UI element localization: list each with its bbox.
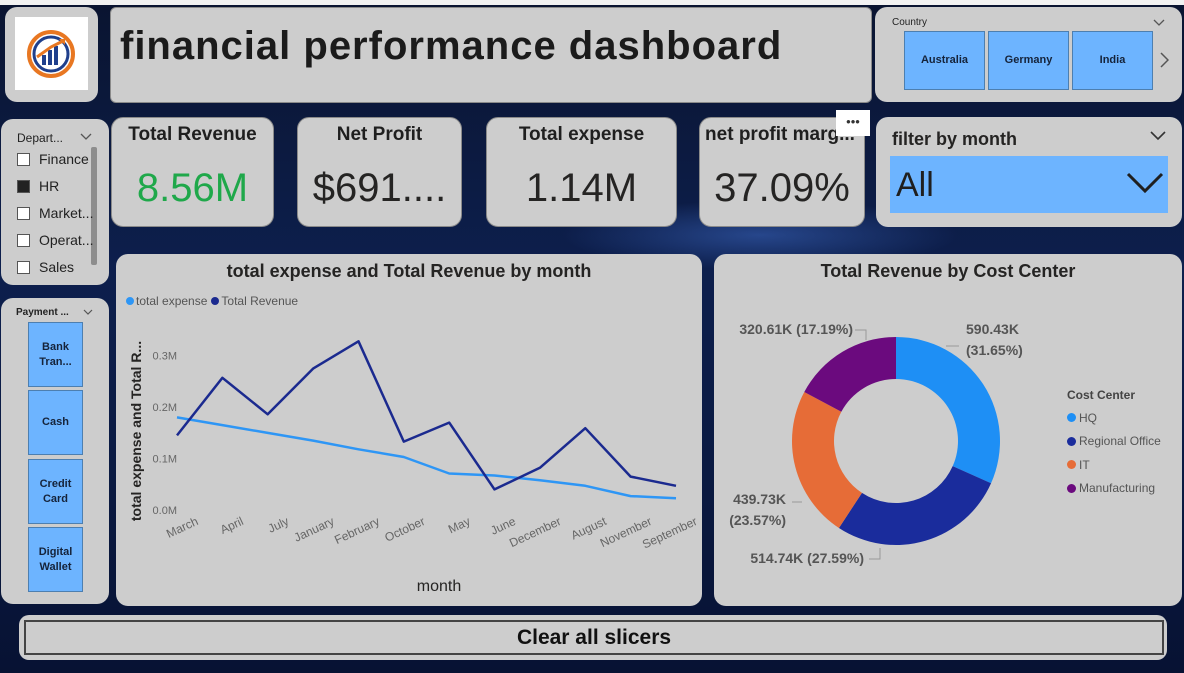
department-item-sales[interactable]: Sales — [17, 259, 74, 275]
legend-label: HQ — [1079, 410, 1097, 425]
donut-chart-card[interactable]: Total Revenue by Cost Center 590.43K (31.… — [714, 254, 1182, 606]
x-tick-label: February — [332, 514, 381, 547]
donut-data-label: 320.61K (17.19%) — [739, 321, 853, 337]
payment-option-cash[interactable]: Cash — [28, 390, 83, 455]
kpi-total-revenue: Total Revenue 8.56M — [111, 117, 274, 227]
kpi-label: Total Revenue — [128, 124, 257, 145]
y-tick-label: 0.0M — [153, 505, 177, 517]
department-item-marketing[interactable]: Market... — [17, 205, 93, 221]
clear-all-slicers-button[interactable]: Clear all slicers — [24, 620, 1164, 655]
x-tick-label: April — [218, 514, 246, 537]
x-tick-label: March — [164, 514, 200, 541]
donut-data-label: 514.74K (27.59%) — [750, 550, 864, 566]
payment-slicer-title: Payment ... — [16, 307, 69, 318]
chevron-right-icon[interactable] — [1160, 52, 1169, 68]
month-filter-title: filter by month — [892, 129, 1017, 149]
line-chart-plot: total expense and Total R... month 0.0M 0… — [128, 340, 699, 595]
chevron-down-icon[interactable] — [1150, 131, 1166, 141]
donut-legend-item: HQ — [1067, 406, 1161, 430]
legend-dot-icon — [1067, 483, 1076, 493]
chevron-down-icon[interactable] — [1153, 19, 1165, 27]
series-line-total-expense — [176, 416, 677, 500]
legend-dot-icon — [1067, 413, 1076, 423]
logo-chart-icon — [27, 30, 75, 78]
kpi-total-expense: Total expense 1.14M — [486, 117, 677, 227]
department-slicer[interactable]: Depart... Finance HR Market... Operat...… — [1, 119, 109, 285]
logo-card — [5, 7, 98, 102]
more-options-button[interactable]: ••• — [836, 110, 870, 136]
donut-slice-hq — [896, 337, 1000, 484]
x-axis-label: month — [417, 578, 461, 595]
payment-option-credit-card[interactable]: Credit Card — [28, 459, 83, 524]
department-item-hr[interactable]: HR — [17, 178, 59, 194]
kpi-net-profit: Net Profit $691.... — [297, 117, 462, 227]
chevron-down-icon[interactable] — [83, 309, 93, 316]
department-item-operations[interactable]: Operat... — [17, 232, 93, 248]
department-item-label: Sales — [39, 259, 75, 275]
month-dropdown[interactable]: All — [890, 156, 1168, 213]
payment-option-digital-wallet[interactable]: Digital Wallet — [28, 527, 83, 592]
y-tick-label: 0.3M — [153, 351, 177, 363]
country-slicer[interactable]: Country Australia Germany India — [875, 7, 1182, 102]
department-item-label: Market... — [39, 205, 94, 221]
y-tick-label: 0.1M — [153, 454, 177, 466]
x-tick-label: January — [292, 514, 337, 545]
donut-data-label: 439.73K (23.57%) — [729, 491, 786, 528]
checkbox-icon[interactable] — [17, 206, 30, 220]
department-slicer-title: Depart... — [17, 131, 64, 145]
series-line-total-revenue — [176, 340, 677, 491]
checkbox-checked-icon[interactable] — [17, 179, 30, 193]
page-title: financial performance dashboard — [120, 24, 783, 68]
line-chart-card[interactable]: total expense and Total Revenue by month… — [116, 254, 702, 606]
checkbox-icon[interactable] — [17, 152, 30, 166]
legend-dot-icon — [1067, 436, 1076, 446]
donut-legend-item: IT — [1067, 453, 1161, 477]
month-dropdown-value: All — [896, 166, 934, 204]
legend-dot-icon — [1067, 460, 1076, 470]
kpi-value: 1.14M — [525, 166, 638, 210]
payment-option-bank-transfer[interactable]: Bank Tran... — [28, 322, 83, 387]
x-tick-label: May — [446, 514, 472, 536]
checkbox-icon[interactable] — [17, 260, 30, 274]
donut-legend: HQ Regional Office IT Manufacturing — [1067, 406, 1161, 500]
department-item-label: HR — [39, 178, 60, 194]
chevron-down-icon — [1126, 172, 1164, 194]
donut-legend-item: Regional Office — [1067, 430, 1161, 454]
kpi-value: $691.... — [312, 166, 447, 210]
donut-slice-regional-office — [838, 466, 992, 545]
leader-line — [869, 548, 881, 560]
y-tick-label: 0.2M — [153, 402, 177, 414]
donut-legend-title: Cost Center — [1067, 388, 1136, 402]
kpi-value: 8.56M — [136, 166, 249, 210]
kpi-value: 37.09% — [714, 166, 850, 210]
chevron-down-icon[interactable] — [80, 133, 92, 141]
top-strip — [0, 0, 1184, 5]
department-item-label: Finance — [39, 151, 89, 167]
country-option-australia[interactable]: Australia — [904, 31, 985, 90]
country-slicer-title: Country — [892, 17, 928, 28]
checkbox-icon[interactable] — [17, 233, 30, 247]
country-option-germany[interactable]: Germany — [988, 31, 1069, 90]
donut-legend-item: Manufacturing — [1067, 477, 1161, 501]
kpi-label: Total expense — [518, 124, 645, 145]
kpi-label: Net Profit — [336, 124, 423, 145]
y-axis-label: total expense and Total R... — [128, 341, 144, 521]
x-tick-label: October — [382, 514, 427, 545]
payment-slicer[interactable]: Payment ... Bank Tran... Cash Credit Car… — [1, 298, 109, 604]
x-tick-label: December — [507, 514, 563, 550]
donut-slice-it — [792, 391, 862, 528]
logo — [15, 17, 88, 90]
x-tick-label: July — [266, 514, 291, 536]
department-item-finance[interactable]: Finance — [17, 151, 89, 167]
country-option-india[interactable]: India — [1072, 31, 1153, 90]
legend-label: Manufacturing — [1079, 481, 1156, 496]
department-item-label: Operat... — [39, 232, 94, 248]
donut-data-label: 590.43K (31.65%) — [966, 321, 1023, 358]
legend-label: IT — [1079, 457, 1090, 472]
leader-line — [855, 329, 867, 340]
legend-label: Regional Office — [1079, 434, 1161, 449]
